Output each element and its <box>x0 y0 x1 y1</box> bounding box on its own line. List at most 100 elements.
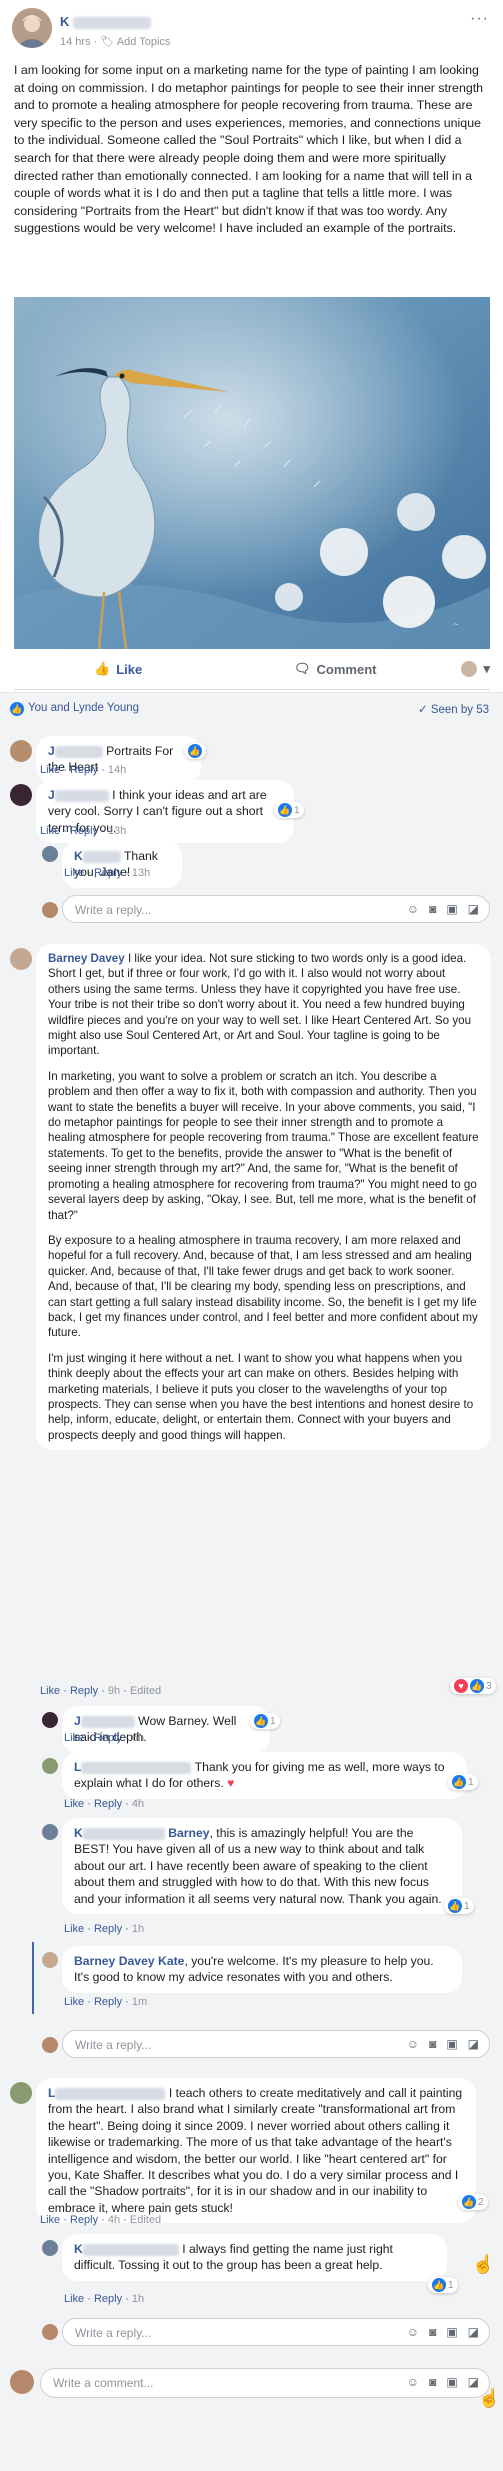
emoji-icon[interactable]: ☺ <box>407 2375 419 2389</box>
comment-reactions[interactable]: 👍 1 <box>250 1713 280 1729</box>
comment-like-link[interactable]: Like <box>40 2214 60 2226</box>
comment-time[interactable]: 4h <box>108 2214 120 2226</box>
commenter-name[interactable]: Barney Davey <box>74 1954 155 1968</box>
emoji-icon[interactable]: ☺ <box>407 902 419 916</box>
comment-time[interactable]: 1h <box>132 2293 144 2305</box>
mention-link[interactable]: Kate <box>158 1954 184 1968</box>
author-name[interactable]: K <box>60 14 152 29</box>
commenter-avatar[interactable] <box>10 2082 32 2104</box>
comment-like-link[interactable]: Like <box>64 1732 84 1744</box>
comment-time[interactable]: 1m <box>132 1996 147 2008</box>
commenter-avatar[interactable] <box>42 846 58 862</box>
comment-reply-link[interactable]: Reply <box>94 1798 122 1810</box>
like-button[interactable]: 👍 Like <box>94 661 142 677</box>
comment-time[interactable]: 9h <box>108 1685 120 1697</box>
comment-reply-link[interactable]: Reply <box>94 867 122 879</box>
comment-reactions[interactable]: 👍 1 <box>448 1774 478 1790</box>
commenter-name[interactable]: L <box>74 1760 81 1774</box>
gif-icon[interactable]: ▣ <box>446 2037 457 2051</box>
commenter-name[interactable]: K <box>74 1826 83 1840</box>
commenter-avatar[interactable] <box>10 948 32 970</box>
comment-reactions[interactable]: 👍 1 <box>444 1898 474 1914</box>
sticker-icon[interactable]: ◪ <box>468 2037 479 2051</box>
seen-by[interactable]: ✓ Seen by 53 <box>418 702 489 716</box>
add-topics-link[interactable]: Add Topics <box>117 36 171 48</box>
comment-reply-link[interactable]: Reply <box>94 2293 122 2305</box>
comment-reactions[interactable]: 👍 1 <box>274 802 304 818</box>
commenter-avatar[interactable] <box>10 784 32 806</box>
gif-icon[interactable]: ▣ <box>446 2325 457 2339</box>
comment-like-link[interactable]: Like <box>64 867 84 879</box>
comment-reply-link[interactable]: Reply <box>94 1923 122 1935</box>
commenter-name[interactable]: K <box>74 849 83 863</box>
reply-input[interactable]: Write a reply... ☺ ◙ ▣ ◪ <box>62 2030 490 2058</box>
commenter-avatar[interactable] <box>42 1712 58 1728</box>
comment-button[interactable]: 🗨 Comment <box>294 661 376 677</box>
camera-icon[interactable]: ◙ <box>429 2375 436 2389</box>
emoji-icon[interactable]: ☺ <box>407 2037 419 2051</box>
comment-reply-link[interactable]: Reply <box>70 2214 98 2226</box>
comment-like-link[interactable]: Like <box>64 1923 84 1935</box>
comment-input[interactable]: Write a comment... ☺ ◙ ▣ ◪ <box>40 2368 490 2398</box>
commenter-name[interactable]: J <box>74 1714 81 1728</box>
camera-icon[interactable]: ◙ <box>429 2037 436 2051</box>
comment-reply-link[interactable]: Reply <box>70 825 98 837</box>
reactors-text[interactable]: You and Lynde Young <box>28 702 139 714</box>
commenter-avatar[interactable] <box>42 1952 58 1968</box>
gif-icon[interactable]: ▣ <box>446 2375 457 2389</box>
reply-input[interactable]: Write a reply... ☺ ◙ ▣ ◪ <box>62 2318 490 2346</box>
edited-label[interactable]: Edited <box>130 1685 161 1697</box>
edited-label[interactable]: Edited <box>130 2214 161 2226</box>
comment-reactions[interactable]: 👍 1 <box>428 2277 458 2293</box>
comment-time[interactable]: 13h <box>132 867 150 879</box>
comment-reactions[interactable]: 👍 2 <box>458 2194 488 2210</box>
comment-meta: Like · Reply · 4h <box>64 1798 145 1810</box>
commenter-avatar[interactable] <box>42 1824 58 1840</box>
comment-time[interactable]: 13h <box>108 825 126 837</box>
commenter-name[interactable]: Barney Davey <box>48 952 125 965</box>
comment-time[interactable]: 14h <box>108 764 126 776</box>
comment-reply-link[interactable]: Reply <box>70 764 98 776</box>
commenter-name[interactable]: J <box>48 744 55 758</box>
sticker-icon[interactable]: ◪ <box>468 2375 479 2389</box>
comment-reactions[interactable]: 👍 <box>184 743 206 759</box>
signature-mark: ~ <box>454 620 459 629</box>
gif-icon[interactable]: ▣ <box>446 902 457 916</box>
mention-link[interactable]: Barney <box>168 1826 209 1840</box>
comment-like-link[interactable]: Like <box>40 764 60 776</box>
comment-like-link[interactable]: Like <box>40 825 60 837</box>
comment-reply-link[interactable]: Reply <box>94 1996 122 2008</box>
commenter-name[interactable]: K <box>74 2242 83 2256</box>
reply-input[interactable]: Write a reply... ☺ ◙ ▣ ◪ <box>62 895 490 923</box>
check-icon: ✓ <box>417 704 428 716</box>
post-menu-icon[interactable]: ··· <box>470 10 489 28</box>
comment-like-link[interactable]: Like <box>40 1685 60 1697</box>
emoji-icon[interactable]: ☺ <box>407 2325 419 2339</box>
author-avatar[interactable] <box>12 8 52 48</box>
comment-like-link[interactable]: Like <box>64 1996 84 2008</box>
commenter-avatar[interactable] <box>42 1758 58 1774</box>
commenter-name[interactable]: L <box>48 2086 55 2100</box>
comment-reactions[interactable]: ♥ 👍 3 <box>450 1678 496 1694</box>
comment-like-link[interactable]: Like <box>64 1798 84 1810</box>
post-time[interactable]: 14 hrs <box>60 36 91 48</box>
sticker-icon[interactable]: ◪ <box>468 902 479 916</box>
comment-reply-link[interactable]: Reply <box>94 1732 122 1744</box>
comment-time[interactable]: 6h <box>132 1732 144 1744</box>
heart-emoji-icon: ♥ <box>227 1776 235 1791</box>
commenter-avatar[interactable] <box>10 740 32 762</box>
sticker-icon[interactable]: ◪ <box>468 2325 479 2339</box>
camera-icon[interactable]: ◙ <box>429 2325 436 2339</box>
commenter-avatar[interactable] <box>42 2240 58 2256</box>
comment-bubble: L Thank you for giving me as well, more … <box>62 1752 467 1799</box>
comment-placeholder: Write a comment... <box>53 2376 154 2390</box>
post-image[interactable]: ~ <box>14 297 490 649</box>
comment-time[interactable]: 4h <box>132 1798 144 1810</box>
reactions-summary: 👍 You and Lynde Young ✓ Seen by 53 <box>0 692 503 724</box>
comment-time[interactable]: 1h <box>132 1923 144 1935</box>
commenter-name[interactable]: J <box>48 788 55 802</box>
comment-reply-link[interactable]: Reply <box>70 1685 98 1697</box>
camera-icon[interactable]: ◙ <box>429 902 436 916</box>
share-as-avatar-selector[interactable]: ▾ <box>461 661 490 677</box>
comment-like-link[interactable]: Like <box>64 2293 84 2305</box>
